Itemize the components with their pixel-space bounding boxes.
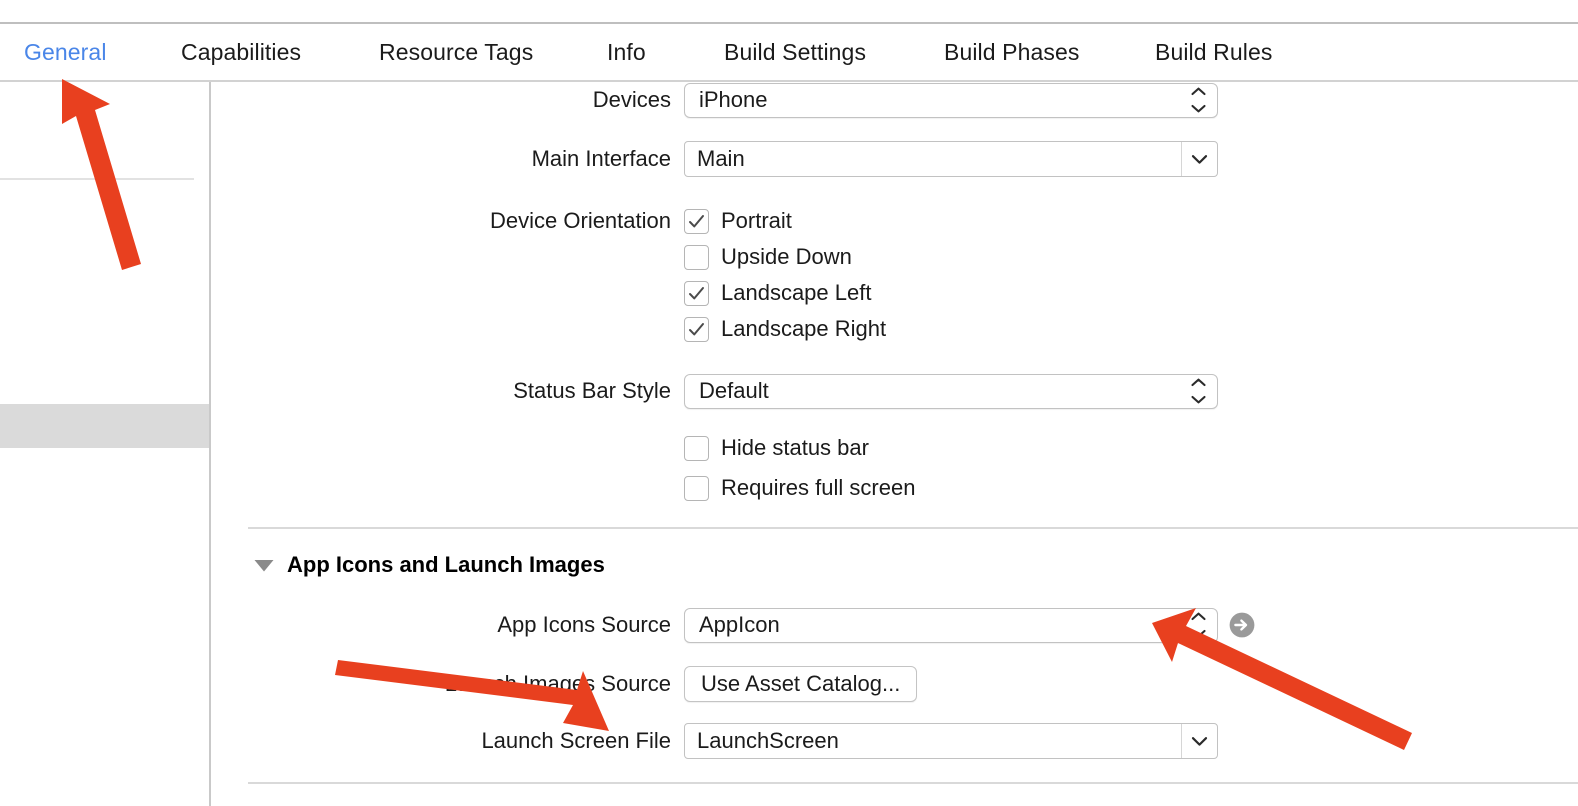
arrow-right-circle-icon[interactable] bbox=[1228, 611, 1256, 639]
checkbox-label: Portrait bbox=[721, 208, 792, 233]
tab-build-phases[interactable]: Build Phases bbox=[944, 39, 1079, 66]
launch-screen-file-combo-box[interactable]: LaunchScreen bbox=[684, 723, 1218, 759]
checkbox-landscape-right[interactable]: Landscape Right bbox=[684, 314, 886, 344]
checkbox-box[interactable] bbox=[684, 316, 709, 342]
app-icons-source-value: AppIcon bbox=[699, 612, 780, 637]
chevron-down-icon bbox=[1190, 104, 1206, 113]
device-orientation-label: Device Orientation bbox=[490, 208, 671, 233]
checkbox-box[interactable] bbox=[684, 208, 709, 234]
checkbox-box[interactable] bbox=[684, 244, 709, 270]
chevron-down-icon bbox=[1190, 629, 1206, 638]
launch-images-source-label: Launch Images Source bbox=[444, 671, 671, 696]
tab-general[interactable]: General bbox=[24, 39, 107, 66]
section-divider-top bbox=[248, 527, 1578, 529]
general-settings-pane: Devices iPhone Main Interface Main Devic… bbox=[211, 82, 1578, 806]
status-bar-style-popup-button[interactable]: Default bbox=[684, 373, 1218, 409]
status-bar-style-value: Default bbox=[699, 378, 769, 403]
stepper-icon bbox=[1190, 378, 1206, 404]
chevron-up-icon bbox=[1190, 612, 1206, 621]
sidebar-group-divider bbox=[0, 178, 194, 180]
row-launch-screen-file: Launch Screen File LaunchScreen bbox=[211, 723, 1578, 759]
main-interface-combo-box[interactable]: Main bbox=[684, 141, 1218, 177]
checkbox-box[interactable] bbox=[684, 280, 709, 306]
checkmark-icon bbox=[689, 322, 704, 335]
row-status-bar-style: Status Bar Style Default bbox=[211, 373, 1578, 409]
devices-label: Devices bbox=[592, 87, 671, 112]
checkbox-upside-down[interactable]: Upside Down bbox=[684, 242, 852, 272]
checkbox-label: Upside Down bbox=[721, 244, 852, 269]
chevron-down-icon bbox=[1190, 395, 1206, 404]
launch-screen-file-value: LaunchScreen bbox=[697, 728, 839, 753]
tab-resource-tags[interactable]: Resource Tags bbox=[379, 39, 533, 66]
chevron-up-icon bbox=[1190, 378, 1206, 387]
launch-screen-file-dropdown-button[interactable] bbox=[1181, 724, 1217, 758]
target-list-sidebar[interactable] bbox=[0, 82, 209, 806]
stepper-icon bbox=[1190, 87, 1206, 113]
checkbox-hide-status-bar[interactable]: Hide status bar bbox=[684, 433, 869, 463]
section-title: App Icons and Launch Images bbox=[287, 552, 605, 577]
row-devices: Devices iPhone bbox=[211, 82, 1578, 118]
checkbox-label: Requires full screen bbox=[721, 475, 916, 500]
use-asset-catalog-button[interactable]: Use Asset Catalog... bbox=[684, 666, 918, 702]
devices-value: iPhone bbox=[699, 87, 768, 112]
checkbox-box[interactable] bbox=[684, 475, 709, 501]
section-app-icons-and-launch-images[interactable]: App Icons and Launch Images bbox=[253, 552, 605, 578]
disclosure-triangle-down-icon[interactable] bbox=[253, 557, 275, 573]
tab-build-settings[interactable]: Build Settings bbox=[724, 39, 866, 66]
checkbox-label: Landscape Right bbox=[721, 316, 887, 341]
devices-popup-button[interactable]: iPhone bbox=[684, 82, 1218, 118]
row-launch-images-source: Launch Images Source Use Asset Catalog..… bbox=[211, 666, 1578, 702]
stepper-icon bbox=[1190, 612, 1206, 638]
section-divider-bottom bbox=[248, 782, 1578, 784]
checkmark-icon bbox=[689, 214, 704, 227]
chevron-down-icon bbox=[1191, 154, 1208, 164]
checkbox-label: Landscape Left bbox=[721, 280, 872, 305]
main-interface-dropdown-button[interactable] bbox=[1181, 142, 1217, 176]
checkbox-requires-full-screen[interactable]: Requires full screen bbox=[684, 473, 915, 503]
main-interface-value: Main bbox=[697, 146, 745, 171]
tab-capabilities[interactable]: Capabilities bbox=[181, 39, 301, 66]
app-icons-source-popup-button[interactable]: AppIcon bbox=[684, 607, 1218, 643]
tab-build-rules[interactable]: Build Rules bbox=[1155, 39, 1272, 66]
checkbox-label: Hide status bar bbox=[721, 435, 869, 460]
sidebar-selected-row[interactable] bbox=[0, 404, 209, 448]
launch-screen-file-label: Launch Screen File bbox=[481, 728, 671, 753]
checkbox-portrait[interactable]: Portrait bbox=[684, 206, 792, 236]
chevron-down-icon bbox=[1191, 736, 1208, 746]
status-bar-style-label: Status Bar Style bbox=[513, 378, 671, 403]
chevron-up-icon bbox=[1190, 87, 1206, 96]
main-interface-label: Main Interface bbox=[531, 146, 671, 171]
target-editor-tabbar: General Capabilities Resource Tags Info … bbox=[0, 24, 1578, 80]
xcode-target-editor: General Capabilities Resource Tags Info … bbox=[0, 0, 1578, 806]
row-main-interface: Main Interface Main bbox=[211, 141, 1578, 177]
row-app-icons-source: App Icons Source AppIcon bbox=[211, 607, 1578, 643]
checkbox-landscape-left[interactable]: Landscape Left bbox=[684, 278, 871, 308]
checkmark-icon bbox=[689, 286, 704, 299]
checkbox-box[interactable] bbox=[684, 435, 709, 461]
tab-info[interactable]: Info bbox=[607, 39, 646, 66]
app-icons-source-label: App Icons Source bbox=[497, 612, 671, 637]
